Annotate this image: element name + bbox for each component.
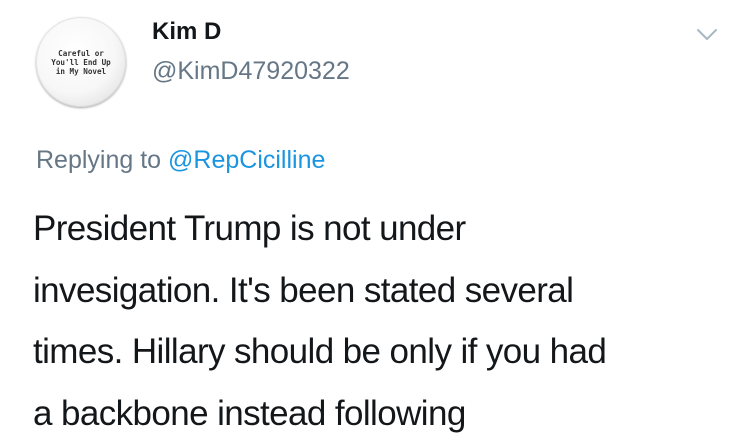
tweet-text-line: invesigation. It's been stated several bbox=[33, 260, 733, 322]
replying-to-label: Replying to bbox=[36, 146, 161, 174]
user-handle[interactable]: @KimD47920322 bbox=[152, 56, 350, 86]
avatar[interactable]: Careful or You'll End Up in My Novel bbox=[36, 17, 126, 107]
chevron-down-icon[interactable] bbox=[694, 22, 720, 48]
avatar-badge-text: Careful or You'll End Up in My Novel bbox=[41, 49, 121, 76]
display-name[interactable]: Kim D bbox=[152, 17, 221, 47]
tweet-text-line: times. Hillary should be only if you had bbox=[33, 321, 733, 383]
tweet-text: President Trump is not under invesigatio… bbox=[33, 198, 733, 444]
tweet-card: Careful or You'll End Up in My Novel Kim… bbox=[0, 0, 746, 439]
replying-to: Replying to @RepCicilline bbox=[36, 145, 325, 175]
replying-to-mention[interactable]: @RepCicilline bbox=[168, 146, 325, 174]
tweet-text-line: a backbone instead following bbox=[33, 383, 733, 444]
tweet-text-line: President Trump is not under bbox=[33, 198, 733, 260]
